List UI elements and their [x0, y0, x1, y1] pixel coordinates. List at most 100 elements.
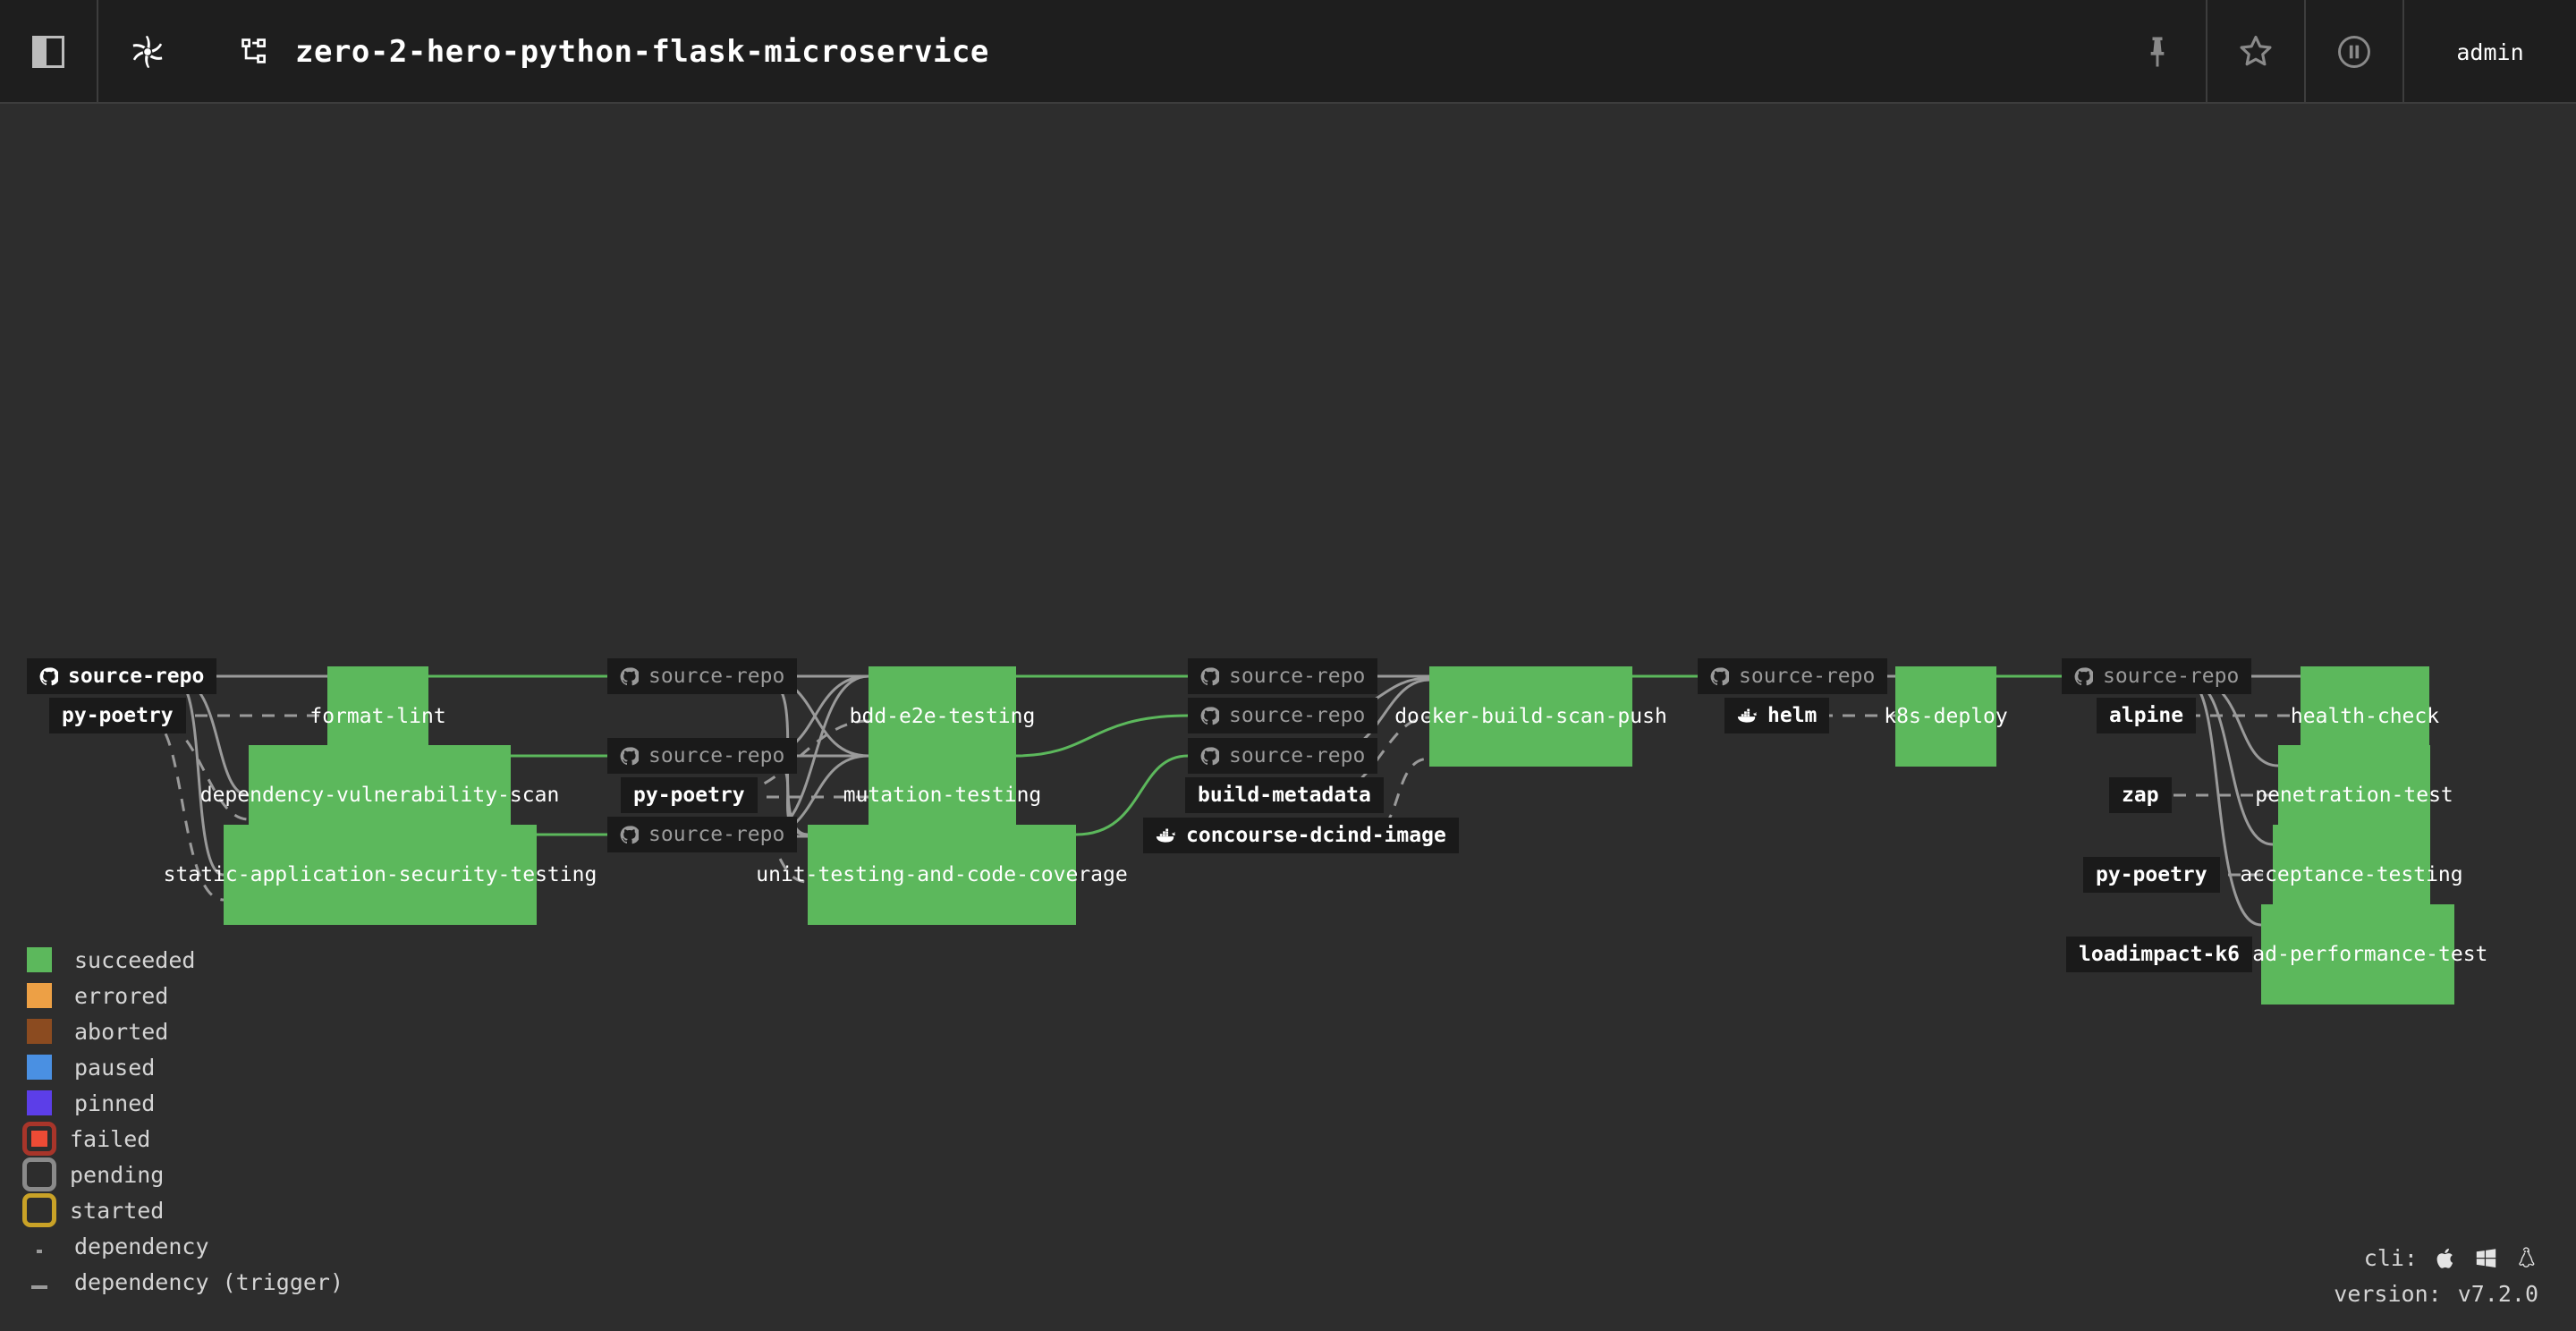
resource-label: alpine: [2109, 704, 2183, 727]
resource-label: source-repo: [1739, 665, 1875, 688]
job-label: penetration-test: [2255, 784, 2453, 807]
legend-item: paused: [27, 1049, 343, 1085]
legend-label: dependency: [74, 1234, 209, 1259]
job-node[interactable]: unit-testing-and-code-coverage: [808, 825, 1076, 925]
favorite-button[interactable]: [2207, 0, 2306, 104]
cli-row: cli:: [2334, 1240, 2538, 1276]
legend-label: errored: [74, 983, 168, 1009]
github-icon: [1710, 667, 1729, 686]
resource-label: source-repo: [1229, 704, 1365, 727]
legend-swatch: [27, 1019, 52, 1044]
resource-node[interactable]: source-repo: [607, 817, 797, 852]
github-icon: [620, 747, 639, 766]
job-node[interactable]: docker-build-scan-push: [1429, 666, 1632, 767]
concourse-logo-link[interactable]: [98, 0, 197, 104]
resource-node[interactable]: source-repo: [27, 658, 216, 694]
sidebar-toggle-icon: [32, 36, 64, 68]
resource-label: concourse-dcind-image: [1186, 824, 1446, 847]
resource-label: source-repo: [648, 823, 784, 846]
job-label: dependency-vulnerability-scan: [200, 784, 560, 807]
job-label: format-lint: [309, 705, 445, 728]
github-icon: [39, 667, 58, 686]
version-value: v7.2.0: [2458, 1281, 2538, 1307]
legend-label: failed: [70, 1126, 150, 1152]
legend-line-swatch: [27, 1269, 52, 1294]
job-label: k8s-deploy: [1884, 705, 2007, 728]
pipeline-icon: [240, 37, 270, 67]
job-label: mutation-testing: [843, 784, 1042, 807]
resource-node[interactable]: source-repo: [2062, 658, 2251, 694]
resource-node[interactable]: py-poetry: [621, 777, 758, 813]
legend-item: succeeded: [27, 942, 343, 978]
resource-node[interactable]: source-repo: [607, 738, 797, 774]
resource-node[interactable]: build-metadata: [1185, 777, 1384, 813]
legend-line-swatch: [27, 1234, 52, 1259]
resource-label: source-repo: [1229, 744, 1365, 767]
job-node[interactable]: k8s-deploy: [1895, 666, 1996, 767]
user-menu[interactable]: admin: [2404, 0, 2576, 104]
top-bar: zero-2-hero-python-flask-microservice ad…: [0, 0, 2576, 104]
legend-item: started: [27, 1192, 343, 1228]
pause-pipeline-button[interactable]: [2306, 0, 2404, 104]
legend-label: aborted: [74, 1019, 168, 1045]
user-name: admin: [2456, 39, 2523, 65]
cli-label: cli:: [2364, 1245, 2418, 1271]
resource-label: py-poetry: [62, 704, 174, 727]
resource-node[interactable]: source-repo: [1698, 658, 1887, 694]
version-label: version:: [2334, 1281, 2441, 1307]
star-icon: [2236, 32, 2275, 72]
legend-ring-swatch: [22, 1157, 56, 1191]
github-icon: [620, 667, 639, 686]
legend-swatch: [27, 1090, 52, 1115]
sidebar-toggle-button[interactable]: [0, 0, 98, 104]
linux-icon[interactable]: [2514, 1246, 2538, 1270]
github-icon: [1200, 747, 1219, 766]
legend-swatch: [27, 983, 52, 1008]
resource-label: source-repo: [1229, 665, 1365, 688]
legend-item: failed: [27, 1121, 343, 1157]
footer-info: cli:: [2334, 1240, 2538, 1311]
job-label: acceptance-testing: [2240, 863, 2462, 886]
resource-node[interactable]: py-poetry: [2083, 857, 2220, 893]
resource-node[interactable]: source-repo: [1188, 738, 1377, 774]
legend-label: paused: [74, 1055, 155, 1081]
legend-ring-swatch: [22, 1122, 56, 1156]
legend-swatch: [27, 1055, 52, 1080]
resource-node[interactable]: alpine: [2097, 698, 2196, 733]
pipeline-canvas[interactable]: format-lint dependency-vulnerability-scan…: [0, 104, 2576, 1331]
github-icon: [1200, 667, 1219, 686]
cli-download-links[interactable]: [2434, 1246, 2538, 1270]
legend-swatch: [27, 947, 52, 972]
resource-node[interactable]: concourse-dcind-image: [1143, 818, 1459, 853]
legend-label: pending: [70, 1162, 164, 1188]
docker-icon: [1737, 708, 1758, 724]
github-icon: [1200, 707, 1219, 725]
job-label: docker-build-scan-push: [1394, 705, 1667, 728]
resource-node[interactable]: source-repo: [607, 658, 797, 694]
legend-item: dependency: [27, 1228, 343, 1264]
legend-label: dependency (trigger): [74, 1269, 343, 1295]
resource-node[interactable]: source-repo: [1188, 698, 1377, 733]
pipeline-title-group[interactable]: zero-2-hero-python-flask-microservice: [197, 0, 1549, 104]
resource-label: zap: [2122, 784, 2159, 807]
resource-label: py-poetry: [2096, 863, 2207, 886]
job-node[interactable]: static-application-security-testing: [224, 825, 537, 925]
pin-button[interactable]: [2109, 0, 2207, 104]
pause-icon: [2334, 32, 2374, 72]
resource-label: helm: [1767, 704, 1817, 727]
resource-node[interactable]: zap: [2109, 777, 2172, 813]
pin-icon: [2138, 32, 2177, 72]
resource-label: source-repo: [648, 744, 784, 767]
resource-node[interactable]: loadimpact-k6: [2066, 937, 2252, 972]
apple-icon[interactable]: [2434, 1246, 2458, 1270]
resource-node[interactable]: py-poetry: [49, 698, 186, 733]
resource-node[interactable]: source-repo: [1188, 658, 1377, 694]
legend-ring-swatch: [22, 1193, 56, 1227]
windows-icon[interactable]: [2474, 1246, 2498, 1270]
job-label: bdd-e2e-testing: [850, 705, 1036, 728]
legend-item: pinned: [27, 1085, 343, 1121]
job-node[interactable]: load-performance-test: [2261, 904, 2454, 1005]
page-title: zero-2-hero-python-flask-microservice: [295, 34, 989, 70]
resource-node[interactable]: helm: [1724, 698, 1829, 733]
pipeline-edge: [175, 678, 249, 795]
